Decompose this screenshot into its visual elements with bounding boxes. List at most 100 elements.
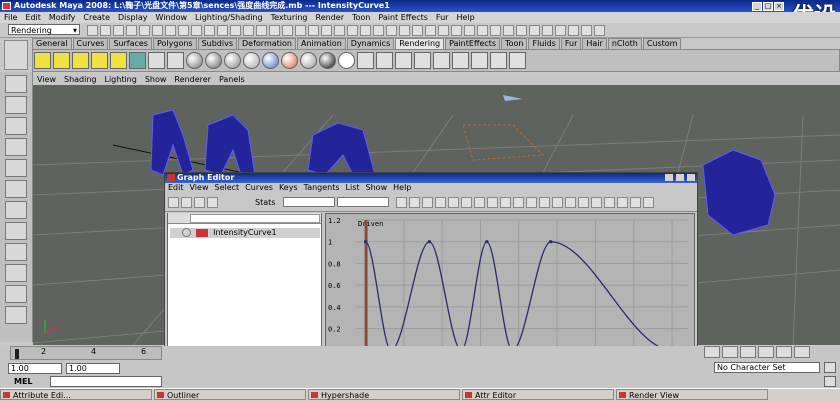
menu-window[interactable]: Window	[152, 12, 192, 23]
status-tool-icon[interactable]	[100, 25, 111, 36]
status-tool-icon[interactable]	[503, 25, 514, 36]
start-time-field[interactable]: 1.00	[8, 363, 62, 374]
status-tool-icon[interactable]	[126, 25, 137, 36]
stats-field-value[interactable]	[283, 197, 335, 207]
render-tool-icon[interactable]	[433, 52, 450, 69]
character-set-dropdown[interactable]: No Character Set	[714, 362, 820, 373]
status-tool-icon[interactable]	[139, 25, 150, 36]
tangent-tool-icon[interactable]	[435, 197, 446, 208]
status-tool-icon[interactable]	[152, 25, 163, 36]
shelf-menu-icon[interactable]	[4, 40, 28, 70]
status-tool-icon[interactable]	[568, 25, 579, 36]
taskbar-item[interactable]: Outliner	[154, 389, 306, 400]
status-tool-icon[interactable]	[464, 25, 475, 36]
shelf-tab-hair[interactable]: Hair	[582, 38, 607, 49]
time-slider[interactable]: 2 4 6	[10, 346, 162, 360]
menu-paint-effects[interactable]: Paint Effects	[374, 12, 432, 23]
menu-set-dropdown[interactable]: Rendering ▾	[8, 24, 80, 35]
tangent-tool-icon[interactable]	[474, 197, 485, 208]
status-tool-icon[interactable]	[191, 25, 202, 36]
render-tool-icon[interactable]	[490, 52, 507, 69]
tangent-tool-icon[interactable]	[552, 197, 563, 208]
viewport-menu-panels[interactable]: Panels	[215, 75, 249, 84]
viewport-menu-view[interactable]: View	[33, 75, 60, 84]
visibility-icon[interactable]	[182, 228, 191, 237]
render-tool-icon[interactable]	[471, 52, 488, 69]
menu-edit[interactable]: Edit	[21, 12, 45, 23]
menu-fur[interactable]: Fur	[432, 12, 453, 23]
tangent-tool-icon[interactable]	[422, 197, 433, 208]
viewport-menu-shading[interactable]: Shading	[60, 75, 101, 84]
playback-button[interactable]	[758, 346, 774, 358]
status-tool-icon[interactable]	[113, 25, 124, 36]
graph-menu-curves[interactable]: Curves	[242, 183, 276, 192]
status-tool-icon[interactable]	[542, 25, 553, 36]
menu-texturing[interactable]: Texturing	[267, 12, 312, 23]
toolbox-tool-icon[interactable]	[5, 117, 27, 135]
playback-button[interactable]	[776, 346, 792, 358]
status-tool-icon[interactable]	[204, 25, 215, 36]
curve-key[interactable]	[549, 240, 553, 244]
status-tool-icon[interactable]	[243, 25, 254, 36]
render-tool-icon[interactable]	[509, 52, 526, 69]
tangent-tool-icon[interactable]	[565, 197, 576, 208]
shelf-tab-fur[interactable]: Fur	[560, 38, 582, 49]
taskbar-item[interactable]: Render View	[616, 389, 768, 400]
light-tool-icon[interactable]	[34, 52, 51, 69]
status-tool-icon[interactable]	[399, 25, 410, 36]
status-tool-icon[interactable]	[230, 25, 241, 36]
status-tool-icon[interactable]	[425, 25, 436, 36]
toolbox-tool-icon[interactable]	[5, 159, 27, 177]
graph-editor-titlebar[interactable]: Graph Editor	[165, 173, 697, 183]
graph-menu-show[interactable]: Show	[363, 183, 391, 192]
shelf-tab-dynamics[interactable]: Dynamics	[346, 38, 395, 49]
outliner-item[interactable]: IntensityCurve1	[170, 228, 320, 238]
tangent-tool-icon[interactable]	[539, 197, 550, 208]
menu-file[interactable]: File	[0, 12, 21, 23]
graph-menu-help[interactable]: Help	[390, 183, 414, 192]
status-tool-icon[interactable]	[451, 25, 462, 36]
close-icon[interactable]	[687, 174, 695, 181]
light-tool-icon[interactable]	[148, 52, 165, 69]
shelf-tab-painteffects[interactable]: PaintEffects	[445, 38, 501, 49]
tangent-tool-icon[interactable]	[617, 197, 628, 208]
tangent-tool-icon[interactable]	[448, 197, 459, 208]
shelf-tab-surfaces[interactable]: Surfaces	[109, 38, 152, 49]
curve-key[interactable]	[427, 240, 431, 244]
viewport-menu-renderer[interactable]: Renderer	[170, 75, 215, 84]
graph-tool-icon[interactable]	[207, 197, 218, 208]
graph-menu-edit[interactable]: Edit	[165, 183, 187, 192]
toolbox-tool-icon[interactable]	[5, 75, 27, 93]
status-tool-icon[interactable]	[438, 25, 449, 36]
tangent-tool-icon[interactable]	[396, 197, 407, 208]
shader-sphere-icon[interactable]	[243, 52, 260, 69]
shader-sphere-icon[interactable]	[338, 52, 355, 69]
shelf-tab-general[interactable]: General	[32, 38, 72, 49]
graph-menu-list[interactable]: List	[343, 183, 363, 192]
toolbox-tool-icon[interactable]	[5, 243, 27, 261]
render-tool-icon[interactable]	[414, 52, 431, 69]
status-tool-icon[interactable]	[516, 25, 527, 36]
shelf-tab-custom[interactable]: Custom	[642, 38, 682, 49]
status-tool-icon[interactable]	[347, 25, 358, 36]
taskbar-item[interactable]: Attribute Edi...	[0, 389, 152, 400]
end-time-field[interactable]: 1.00	[66, 363, 120, 374]
menu-toon[interactable]: Toon	[348, 12, 374, 23]
shelf-tab-curves[interactable]: Curves	[72, 38, 109, 49]
status-tool-icon[interactable]	[412, 25, 423, 36]
graph-menu-select[interactable]: Select	[211, 183, 242, 192]
graph-menu-view[interactable]: View	[187, 183, 212, 192]
playback-button[interactable]	[740, 346, 756, 358]
status-tool-icon[interactable]	[87, 25, 98, 36]
tangent-tool-icon[interactable]	[487, 197, 498, 208]
tangent-tool-icon[interactable]	[526, 197, 537, 208]
status-tool-icon[interactable]	[256, 25, 267, 36]
shader-sphere-icon[interactable]	[224, 52, 241, 69]
close-icon[interactable]: ×	[774, 2, 784, 11]
toolbox-tool-icon[interactable]	[5, 306, 27, 324]
maximize-icon[interactable]: □	[763, 2, 773, 11]
render-tool-icon[interactable]	[357, 52, 374, 69]
status-tool-icon[interactable]	[308, 25, 319, 36]
shader-sphere-icon[interactable]	[205, 52, 222, 69]
anim-prefs-icon[interactable]	[824, 376, 836, 387]
